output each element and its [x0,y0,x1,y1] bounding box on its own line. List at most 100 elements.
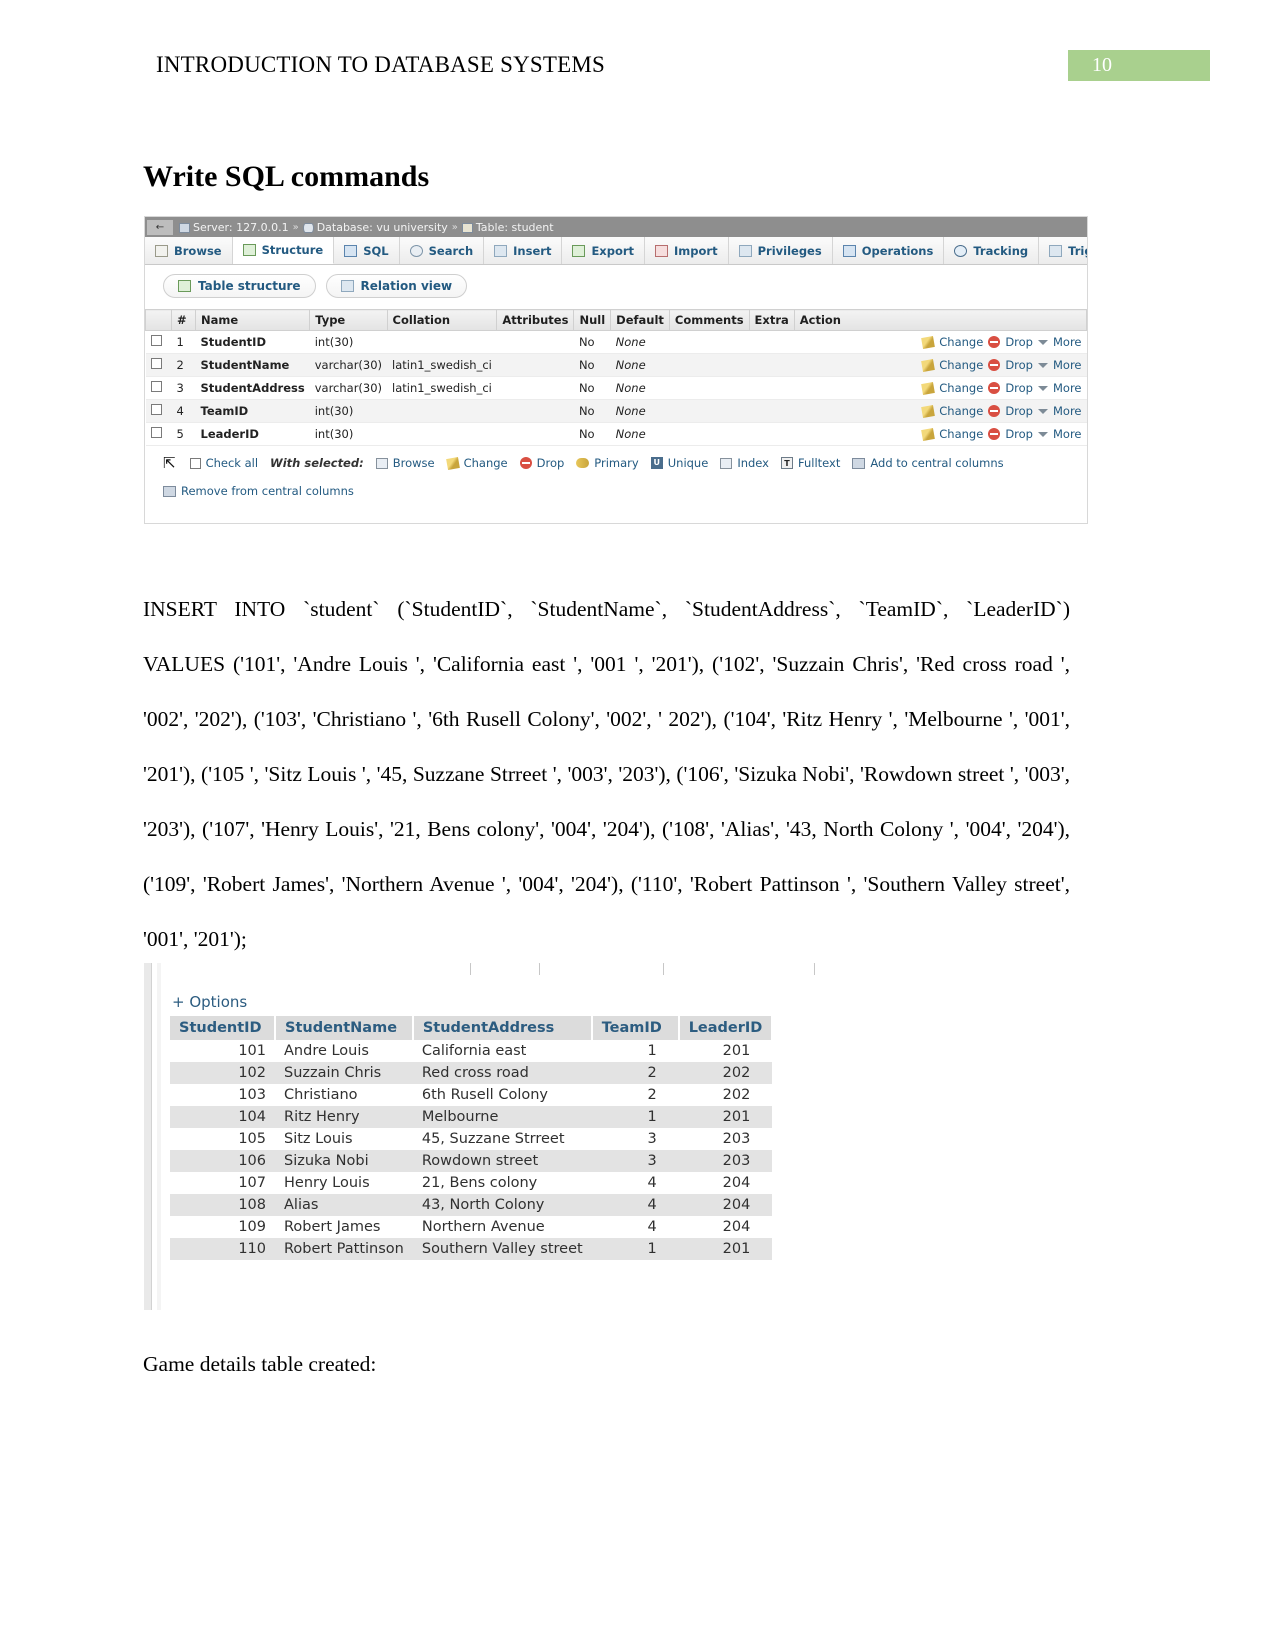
subtab-table-structure[interactable]: Table structure [163,274,316,298]
column-header-num[interactable]: # [171,309,196,331]
change-link[interactable]: Change [939,381,983,395]
results-column-header-studentname[interactable]: StudentName [275,1016,414,1040]
tab-insert-label: Insert [513,243,552,258]
footer-primary-button[interactable]: Primary [576,456,639,470]
tab-browse[interactable]: Browse [145,237,233,264]
change-link[interactable]: Change [939,427,983,441]
results-column-header-teamid[interactable]: TeamID [591,1016,680,1040]
more-link[interactable]: More [1053,381,1082,395]
tab-insert[interactable]: Insert [484,237,563,264]
drop-link[interactable]: Drop [1005,381,1033,395]
chevron-down-icon[interactable] [1037,362,1048,368]
column-header-default[interactable]: Default [610,309,670,331]
row-num: 1 [171,330,196,354]
results-column-header-studentaddress[interactable]: StudentAddress [412,1016,593,1040]
cell-studentname: Robert Pattinson [275,1238,413,1260]
cell-teamid: 4 [591,1194,679,1216]
footer-browse-button[interactable]: Browse [375,456,435,470]
footer-change-button[interactable]: Change [445,456,508,470]
tab-sql[interactable]: SQL [334,237,400,264]
more-link[interactable]: More [1053,335,1082,349]
breadcrumb-table[interactable]: Table: student [461,221,554,234]
chevron-down-icon[interactable] [1037,431,1048,437]
column-header-attributes[interactable]: Attributes [496,309,575,331]
subtab-relation-view[interactable]: Relation view [325,274,468,298]
more-link[interactable]: More [1053,358,1082,372]
row-default: None [610,376,670,400]
options-toggle-link[interactable]: + Options [172,993,247,1011]
chevron-down-icon[interactable] [1037,385,1048,391]
drop-link[interactable]: Drop [1005,335,1033,349]
section-heading: Write SQL commands [143,160,430,194]
footer-add-central-label: Add to central columns [870,456,1004,470]
change-link[interactable]: Change [939,335,983,349]
column-header-extra[interactable]: Extra [748,309,795,331]
row-checkbox-cell[interactable] [145,353,172,377]
row-collation [387,399,497,423]
tab-import[interactable]: Import [645,237,729,264]
footer-fulltext-button[interactable]: T Fulltext [780,456,840,470]
sub-tab-bar: Table structure Relation view [145,265,1087,307]
clipped-control-stub-1 [470,963,540,975]
tab-export[interactable]: Export [562,237,646,264]
tab-structure[interactable]: Structure [232,237,335,264]
chevron-down-icon[interactable] [1037,339,1048,345]
tab-operations[interactable]: Operations [833,237,945,264]
back-arrow-icon[interactable]: ← [147,219,173,235]
check-all-control[interactable]: Check all [189,456,258,470]
column-header-comments[interactable]: Comments [668,309,750,331]
check-all-checkbox[interactable] [189,457,201,469]
more-link[interactable]: More [1053,427,1082,441]
footer-index-button[interactable]: Index [720,456,769,470]
pencil-icon [921,381,936,395]
footer-unique-button[interactable]: U Unique [650,456,708,470]
cell-leaderid: 204 [722,1175,751,1191]
breadcrumb-server[interactable]: Server: 127.0.0.1 [179,221,289,234]
search-icon [409,244,423,257]
footer-remove-central-columns-button[interactable]: Remove from central columns [163,484,354,498]
row-checkbox[interactable] [150,335,162,346]
column-header-name[interactable]: Name [194,309,311,331]
row-checkbox[interactable] [150,381,162,392]
row-name: StudentAddress [195,376,310,400]
row-checkbox[interactable] [150,427,162,438]
chevron-down-icon[interactable] [1037,408,1048,414]
column-header-type[interactable]: Type [309,309,388,331]
tab-search[interactable]: Search [400,237,485,264]
cell-studentaddress: Southern Valley street [412,1238,592,1260]
change-link[interactable]: Change [939,358,983,372]
row-checkbox-cell[interactable] [145,330,172,354]
cell-studentaddress: 45, Suzzane Strreet [421,1131,565,1147]
row-checkbox-cell[interactable] [145,399,172,423]
row-checkbox[interactable] [150,358,162,369]
tab-privileges[interactable]: Privileges [729,237,833,264]
breadcrumb-database[interactable]: Database: vu university [302,221,448,234]
change-link[interactable]: Change [939,404,983,418]
footer-add-central-columns-button[interactable]: Add to central columns [852,456,1004,470]
drop-link[interactable]: Drop [1005,404,1033,418]
tab-tracking[interactable]: Tracking [944,237,1040,264]
more-link[interactable]: More [1053,404,1082,418]
footer-drop-button[interactable]: Drop [519,456,564,470]
tab-browse-label: Browse [174,243,222,258]
row-checkbox[interactable] [150,404,162,415]
drop-link[interactable]: Drop [1005,427,1033,441]
column-header-null[interactable]: Null [573,309,612,331]
drop-link[interactable]: Drop [1005,358,1033,372]
table-row: 1 StudentID int(30) No None Change Drop [145,330,1087,354]
row-checkbox-cell[interactable] [145,422,172,446]
row-extra [749,399,795,423]
row-default: None [610,353,670,377]
index-icon [720,457,733,469]
cell-teamid: 3 [647,1131,657,1147]
results-column-header-leaderid[interactable]: LeaderID [678,1016,774,1040]
column-header-collation[interactable]: Collation [386,309,498,331]
fulltext-icon: T [780,457,793,469]
tab-triggers[interactable]: Triggers [1039,237,1087,264]
results-column-header-studentid[interactable]: StudentID [170,1016,276,1040]
document-title: INTRODUCTION TO DATABASE SYSTEMS [156,52,606,77]
cell-teamid: 1 [647,1043,657,1059]
tab-privileges-label: Privileges [757,243,822,258]
row-name: StudentName [195,353,310,377]
row-checkbox-cell[interactable] [145,376,172,400]
